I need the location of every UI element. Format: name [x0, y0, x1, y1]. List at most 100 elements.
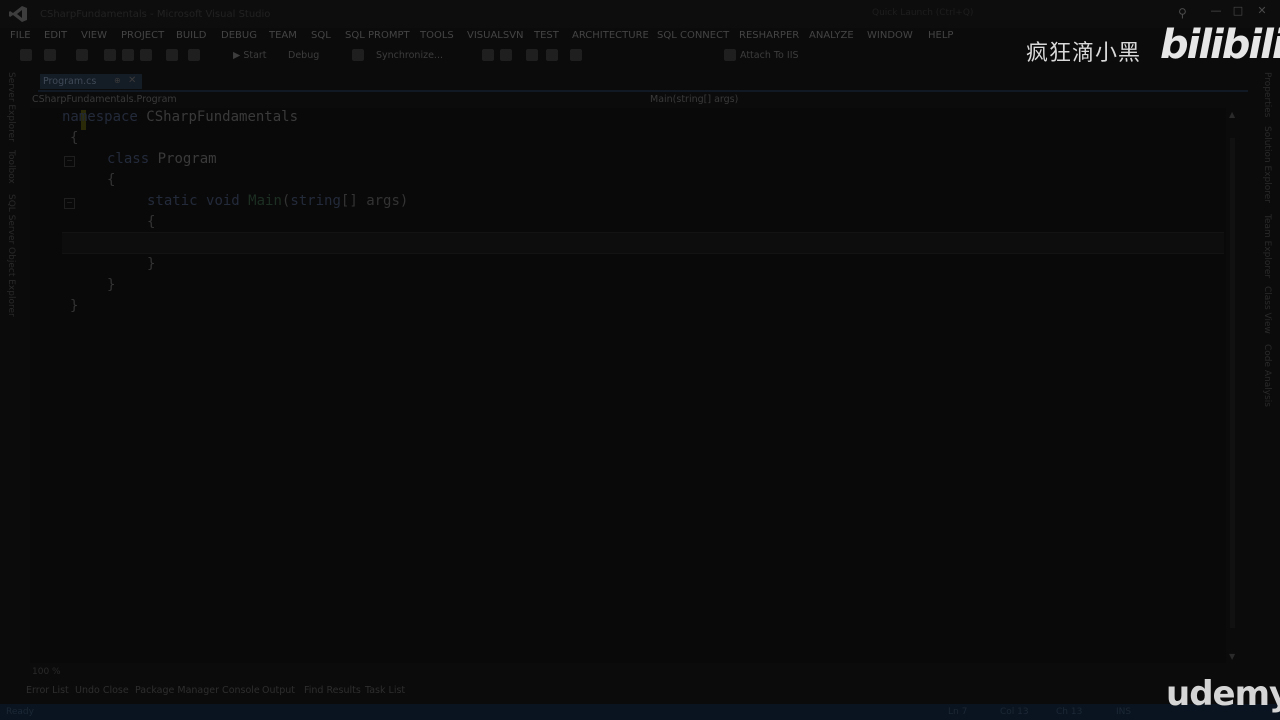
- undo-icon[interactable]: [166, 49, 178, 61]
- code-line: {: [107, 172, 116, 188]
- configuration-dropdown[interactable]: Debug: [288, 50, 319, 61]
- synchronize-button[interactable]: Synchronize...: [376, 50, 443, 61]
- menu-sql-prompt[interactable]: SQL PROMPT: [345, 30, 410, 41]
- start-button[interactable]: ▶ Start: [233, 50, 267, 61]
- menu-sql[interactable]: SQL: [311, 30, 331, 41]
- code-line: static void Main(string[] args): [147, 193, 408, 214]
- keyword: class: [107, 151, 150, 167]
- indicator-margin: [54, 108, 86, 663]
- menu-project[interactable]: PROJECT: [121, 30, 164, 41]
- method-name: Main: [248, 193, 282, 209]
- save-all-icon[interactable]: [140, 49, 152, 61]
- tab-label: Program.cs: [43, 76, 97, 87]
- keyword: namespace: [62, 109, 138, 125]
- code-line: }: [70, 298, 79, 314]
- menu-debug[interactable]: DEBUG: [221, 30, 257, 41]
- params: [] args): [340, 193, 409, 209]
- code-line: namespace CSharpFundamentals: [62, 109, 298, 130]
- code-editor[interactable]: − − namespace CSharpFundamentals { class…: [30, 108, 1226, 663]
- right-tool-rail: Properties Solution Explorer Team Explor…: [1256, 70, 1280, 690]
- menu-window[interactable]: WINDOW: [867, 30, 913, 41]
- code-line: }: [107, 277, 116, 293]
- document-tab-strip: Program.cs ⊕ ✕: [38, 73, 1248, 92]
- class-view-tab[interactable]: Class View: [1262, 286, 1272, 334]
- menu-edit[interactable]: EDIT: [44, 30, 67, 41]
- code-line: }: [147, 256, 156, 272]
- namespace-name: CSharpFundamentals: [146, 109, 299, 125]
- close-icon[interactable]: ✕: [128, 75, 136, 86]
- tab-task-list[interactable]: Task List: [365, 685, 405, 696]
- status-message: Ready: [6, 707, 34, 717]
- redo-icon[interactable]: [188, 49, 200, 61]
- keyword: void: [206, 193, 240, 209]
- close-window-button[interactable]: ✕: [1254, 4, 1270, 20]
- save-icon[interactable]: [122, 49, 134, 61]
- bookmark-icon[interactable]: [570, 49, 582, 61]
- navigation-bar: CSharpFundamentals.Program Main(string[]…: [28, 93, 1228, 107]
- attach-icon[interactable]: [724, 49, 736, 61]
- collapse-icon[interactable]: −: [64, 156, 75, 167]
- tab-undo-close[interactable]: Undo Close: [75, 685, 129, 696]
- back-icon[interactable]: [20, 49, 32, 61]
- minimize-button[interactable]: —: [1208, 4, 1224, 20]
- menu-architecture[interactable]: ARCHITECTURE: [572, 30, 649, 41]
- vertical-scrollbar[interactable]: ▲ ▼: [1228, 108, 1240, 663]
- tab-error-list[interactable]: Error List: [26, 685, 69, 696]
- class-name: Program: [157, 151, 217, 167]
- tab-find-results[interactable]: Find Results: [304, 685, 361, 696]
- menu-file[interactable]: FILE: [10, 30, 31, 41]
- find-files-icon[interactable]: [500, 49, 512, 61]
- team-explorer-tab[interactable]: Team Explorer: [1262, 214, 1272, 278]
- sync-icon[interactable]: [352, 49, 364, 61]
- visual-studio-logo-icon: [9, 6, 27, 22]
- solution-explorer-tab[interactable]: Solution Explorer: [1262, 126, 1272, 203]
- bottom-tool-tabs: Error List Undo Close Package Manager Co…: [24, 684, 624, 698]
- tab-output[interactable]: Output: [262, 685, 295, 696]
- collapse-icon[interactable]: −: [64, 198, 75, 209]
- keyword: static: [147, 193, 198, 209]
- scroll-up-icon[interactable]: ▲: [1229, 110, 1235, 119]
- menu-tools[interactable]: TOOLS: [420, 30, 454, 41]
- menu-test[interactable]: TEST: [534, 30, 559, 41]
- status-line: Ln 7: [948, 707, 968, 717]
- keyword: string: [290, 193, 341, 209]
- find-icon[interactable]: [482, 49, 494, 61]
- forward-icon[interactable]: [44, 49, 56, 61]
- properties-tab[interactable]: Properties: [1262, 72, 1272, 117]
- tab-program-cs[interactable]: Program.cs ⊕ ✕: [40, 74, 142, 89]
- member-dropdown[interactable]: Main(string[] args): [650, 94, 738, 105]
- left-tool-rail: Server Explorer Toolbox SQL Server Objec…: [0, 70, 22, 690]
- pin-icon[interactable]: ⊕: [114, 76, 121, 85]
- status-char: Ch 13: [1056, 707, 1083, 717]
- menu-build[interactable]: BUILD: [176, 30, 206, 41]
- start-label: Start: [243, 50, 267, 61]
- navigate-back-icon[interactable]: [526, 49, 538, 61]
- scroll-down-icon[interactable]: ▼: [1229, 652, 1235, 661]
- code-analysis-tab[interactable]: Code Analysis: [1262, 344, 1272, 407]
- attach-to-iis-button[interactable]: Attach To IIS: [740, 50, 799, 61]
- scroll-track[interactable]: [1230, 138, 1235, 628]
- tab-package-manager-console[interactable]: Package Manager Console: [135, 685, 260, 696]
- sql-object-explorer-tab[interactable]: SQL Server Object Explorer: [6, 194, 16, 317]
- menu-sql-connect[interactable]: SQL CONNECT: [657, 30, 729, 41]
- menu-view[interactable]: VIEW: [81, 30, 107, 41]
- zoom-level[interactable]: 100 %: [32, 667, 61, 677]
- menu-visualsvn[interactable]: VISUALSVN: [467, 30, 524, 41]
- menu-resharper[interactable]: RESHARPER: [739, 30, 799, 41]
- code-line: {: [70, 130, 79, 146]
- type-dropdown[interactable]: CSharpFundamentals.Program: [32, 94, 177, 105]
- code-line: class Program: [107, 151, 217, 172]
- search-icon[interactable]: ⚲: [1178, 6, 1192, 20]
- menu-analyze[interactable]: ANALYZE: [809, 30, 854, 41]
- status-column: Col 13: [1000, 707, 1029, 717]
- new-project-icon[interactable]: [76, 49, 88, 61]
- window-title: CSharpFundamentals - Microsoft Visual St…: [40, 9, 271, 20]
- menu-help[interactable]: HELP: [928, 30, 953, 41]
- maximize-button[interactable]: □: [1230, 4, 1246, 20]
- open-file-icon[interactable]: [104, 49, 116, 61]
- menu-team[interactable]: TEAM: [269, 30, 297, 41]
- server-explorer-tab[interactable]: Server Explorer: [6, 72, 16, 142]
- toolbox-tab[interactable]: Toolbox: [6, 150, 16, 184]
- quick-launch-input[interactable]: Quick Launch (Ctrl+Q): [872, 8, 1192, 22]
- navigate-forward-icon[interactable]: [546, 49, 558, 61]
